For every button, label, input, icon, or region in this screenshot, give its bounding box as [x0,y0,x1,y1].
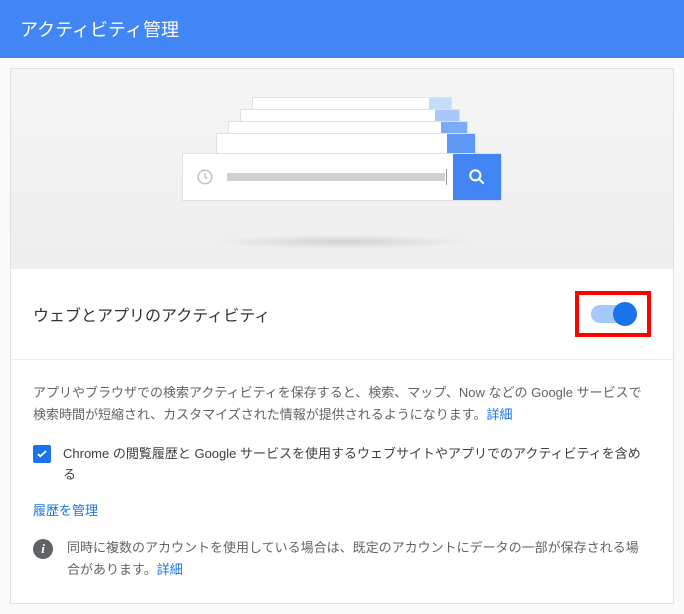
clock-icon [183,168,227,186]
include-chrome-checkbox[interactable] [33,445,51,463]
activity-card: ウェブとアプリのアクティビティ アプリやブラウザでの検索アクティビティを保存する… [10,68,674,604]
include-chrome-row: Chrome の閲覧履歴と Google サービスを使用するウェブサイトやアプリ… [33,444,651,486]
illustration-banner [11,69,673,269]
info-learn-more-link[interactable]: 詳細 [157,562,183,577]
section-header: ウェブとアプリのアクティビティ [11,269,673,360]
search-stack-illustration [182,97,502,217]
highlight-box [575,291,651,337]
page-header: アクティビティ管理 [0,0,684,58]
info-row: i 同時に複数のアカウントを使用している場合は、既定のアカウントにデータの一部が… [33,537,651,581]
learn-more-link[interactable]: 詳細 [486,407,512,422]
search-button-mock [453,154,501,200]
activity-toggle[interactable] [591,305,635,323]
section-body: アプリやブラウザでの検索アクティビティを保存すると、検索、マップ、Now などの… [11,360,673,603]
page-title: アクティビティ管理 [20,20,179,40]
section-title-text: ウェブとアプリのアクティビティ [33,302,270,326]
description-text: アプリやブラウザでの検索アクティビティを保存すると、検索、マップ、Now などの… [33,382,651,426]
manage-history-link[interactable]: 履歴を管理 [33,500,98,519]
info-icon: i [33,539,53,559]
content-area: ウェブとアプリのアクティビティ アプリやブラウザでの検索アクティビティを保存する… [0,58,684,614]
info-text: 同時に複数のアカウントを使用している場合は、既定のアカウントにデータの一部が保存… [67,537,651,581]
search-bar-mock [182,153,502,201]
checkbox-label: Chrome の閲覧履歴と Google サービスを使用するウェブサイトやアプリ… [63,444,651,486]
